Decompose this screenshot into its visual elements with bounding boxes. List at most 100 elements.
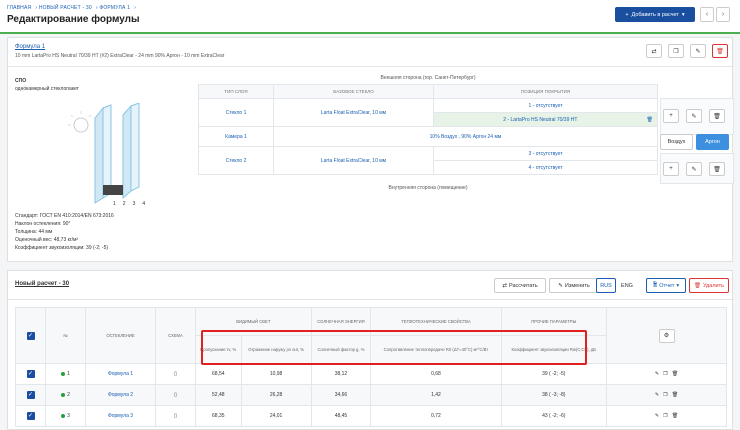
swap-icon: ⇄ xyxy=(651,48,657,55)
spec-tilt: Наклон остекления: 90° xyxy=(15,221,71,227)
breadcrumb-calc[interactable]: НОВЫЙ РАСЧЕТ - 30 xyxy=(39,5,92,11)
prev-button[interactable]: ‹ xyxy=(700,7,714,22)
chevron-down-icon: ▾ xyxy=(676,282,680,289)
row-actions[interactable]: ✎ ❐ 🗑 xyxy=(606,405,727,427)
swap-button[interactable]: ⇄ xyxy=(646,44,662,58)
edit-glass1-button[interactable]: ✎ xyxy=(686,109,702,123)
trash-icon: 🗑 xyxy=(713,113,721,120)
delete-calc-button[interactable]: 🗑 Удалить xyxy=(689,278,729,293)
report-dropdown[interactable]: 🗎 Отчет ▾ xyxy=(646,278,686,293)
breadcrumb-home[interactable]: ГЛАВНАЯ xyxy=(7,5,31,11)
gear-icon[interactable]: ⚙ xyxy=(658,328,675,343)
layer-chamber-gas[interactable]: 10% Воздух , 90% Аргон 24 мм xyxy=(273,126,658,147)
spec-standard: Стандарт: ГОСТ EN 410:2014/EN 673:2016 xyxy=(15,213,114,219)
spec-weight: Оценочный вес: 48,73 кг/м² xyxy=(15,237,79,243)
scheme-icon: ▯ xyxy=(155,363,196,385)
col-number: № xyxy=(45,307,86,364)
layer-glass2-base[interactable]: Larta Float ExtraClear, 10 мм xyxy=(273,146,434,175)
highlight-box xyxy=(201,330,587,365)
chevron-left-icon: ‹ xyxy=(705,11,709,18)
breadcrumb-formula[interactable]: ФОРМУЛА 1 xyxy=(99,5,130,11)
document-icon: 🗎 xyxy=(652,282,658,288)
copy-icon: ❐ xyxy=(673,48,679,55)
outside-label: Внешняя сторона (гор. Санкт-Петербург) xyxy=(380,75,476,81)
delete-button[interactable]: 🗑 xyxy=(712,44,728,58)
add-to-calc-button[interactable]: + Добавить в расчет ▾ xyxy=(615,7,695,22)
calc-title[interactable]: Новый расчет - 30 xyxy=(15,281,69,287)
col-scheme: СХЕМА xyxy=(155,307,196,364)
edit-icon: ✎ xyxy=(558,282,563,289)
row-checkbox[interactable]: ✓ xyxy=(15,405,46,427)
breadcrumb: ГЛАВНАЯ › НОВЫЙ РАСЧЕТ - 30 › ФОРМУЛА 1 › xyxy=(7,5,136,11)
col-glazing: ОСТЕКЛЕНИЕ xyxy=(85,307,156,364)
formula-card: Формула 1 10 mm LartaPro HS Neutral 70/3… xyxy=(7,37,734,262)
edit-button[interactable]: ✎ xyxy=(690,44,706,58)
row-formula-link[interactable]: Формула 2 xyxy=(85,384,156,406)
settings-col[interactable]: ⚙ xyxy=(606,307,727,364)
row-formula-link[interactable]: Формула 1 xyxy=(85,363,156,385)
page-header: ГЛАВНАЯ › НОВЫЙ РАСЧЕТ - 30 › ФОРМУЛА 1 › Р… xyxy=(0,0,740,34)
lang-rus[interactable]: RUS xyxy=(596,278,616,293)
calculate-button[interactable]: ⇄ Рассчитать xyxy=(494,278,546,293)
spec-thickness: Толщина: 44 мм xyxy=(15,229,53,235)
table-row[interactable]: ✓ 2 Формула 2 ▯ 52,48 26,28 34,66 1,42 38 ( … xyxy=(15,384,727,406)
select-all-checkbox[interactable]: ✓ xyxy=(15,307,46,364)
formula-description: 10 mm LartaPro HS Neutral 70/39 HT (#2) … xyxy=(15,53,225,59)
lang-eng[interactable]: ENG xyxy=(618,278,636,293)
row-actions[interactable]: ✎ ❐ 🗑 xyxy=(606,384,727,406)
scheme-icon: ▯ xyxy=(155,405,196,427)
edit-icon: ✎ xyxy=(691,166,697,173)
unit-specs: Стандарт: ГОСТ EN 410:2014/EN 673:2016 Н… xyxy=(15,212,114,252)
coating-pos-2[interactable]: 2 - LartaPro HS Neutral 70/39 HT 🗑 xyxy=(433,112,658,127)
add-coating2-button[interactable]: + xyxy=(663,162,679,176)
row-checkbox[interactable]: ✓ xyxy=(15,363,46,385)
spec-sound: Коэффициент звукоизоляции: 39 (-2; -5) xyxy=(15,245,109,251)
trash-icon: 🗑 xyxy=(713,166,721,173)
unit-type: однокамерный стеклопакет xyxy=(15,86,79,92)
row-formula-link[interactable]: Формула 3 xyxy=(85,405,156,427)
edit-glass2-button[interactable]: ✎ xyxy=(686,162,702,176)
layers-table: ТИП СЛОЯ БАЗОВОЕ СТЕКЛО ПОЗИЦИЯ ПОКРЫТИЯ… xyxy=(198,84,658,175)
refresh-icon: ⇄ xyxy=(502,282,507,289)
unit-label: СПО xyxy=(15,78,27,84)
plus-icon: + xyxy=(669,113,673,119)
chevron-right-icon: › xyxy=(721,11,725,18)
edit-icon: ✎ xyxy=(691,113,697,120)
glass-unit-diagram xyxy=(68,103,140,204)
gas-argon-button[interactable]: Аргон xyxy=(696,134,729,150)
col-base-glass: БАЗОВОЕ СТЕКЛО xyxy=(273,84,434,99)
plus-icon: + xyxy=(669,166,673,172)
trash-icon: 🗑 xyxy=(694,282,701,289)
scheme-icon: ▯ xyxy=(155,384,196,406)
edit-calc-button[interactable]: ✎ Изменить xyxy=(549,278,599,293)
next-button[interactable]: › xyxy=(716,7,730,22)
delete-glass1-button[interactable]: 🗑 xyxy=(709,109,725,123)
row-checkbox[interactable]: ✓ xyxy=(15,384,46,406)
chevron-down-icon: ▾ xyxy=(681,11,685,18)
layer-glass2-type: Стекло 2 xyxy=(198,146,274,175)
col-layer-type: ТИП СЛОЯ xyxy=(198,84,274,99)
results-table: ✓ № ОСТЕКЛЕНИЕ СХЕМА ВИДИМЫЙ СВЕТ СОЛНЕЧ… xyxy=(15,307,727,427)
inside-label: Внутренняя сторона (помещение) xyxy=(388,185,468,191)
layer-glass1-base[interactable]: Larta Float ExtraClear, 10 мм xyxy=(273,98,434,127)
delete-glass2-button[interactable]: 🗑 xyxy=(709,162,725,176)
row-actions[interactable]: ✎ ❐ 🗑 xyxy=(606,363,727,385)
surface-numbers: 1234 xyxy=(113,201,153,207)
coating-pos-3[interactable]: 3 - отсутствует xyxy=(433,146,658,161)
table-row[interactable]: ✓ 3 Формула 3 ▯ 68,35 24,01 48,45 0,72 43 ( … xyxy=(15,405,727,427)
coating-pos-1[interactable]: 1 - отсутствует xyxy=(433,98,658,113)
table-row[interactable]: ✓ 1 Формула 1 ▯ 68,54 10,98 38,12 0,68 39 ( … xyxy=(15,363,727,385)
edit-icon: ✎ xyxy=(695,48,701,55)
trash-icon: 🗑 xyxy=(716,48,724,55)
layer-chamber-type: Камера 1 xyxy=(198,126,274,147)
plus-icon: + xyxy=(625,11,629,18)
copy-button[interactable]: ❐ xyxy=(668,44,684,58)
add-coating-button[interactable]: + xyxy=(663,109,679,123)
trash-icon[interactable]: 🗑 xyxy=(647,117,653,123)
page-title: Редактирование формулы xyxy=(7,14,140,25)
col-coating-position: ПОЗИЦИЯ ПОКРЫТИЯ xyxy=(433,84,658,99)
gas-air-button[interactable]: Воздух xyxy=(660,134,693,150)
layer-glass1-type: Стекло 1 xyxy=(198,98,274,127)
formula-title[interactable]: Формула 1 xyxy=(15,44,45,50)
coating-pos-4[interactable]: 4 - отсутствует xyxy=(433,160,658,175)
